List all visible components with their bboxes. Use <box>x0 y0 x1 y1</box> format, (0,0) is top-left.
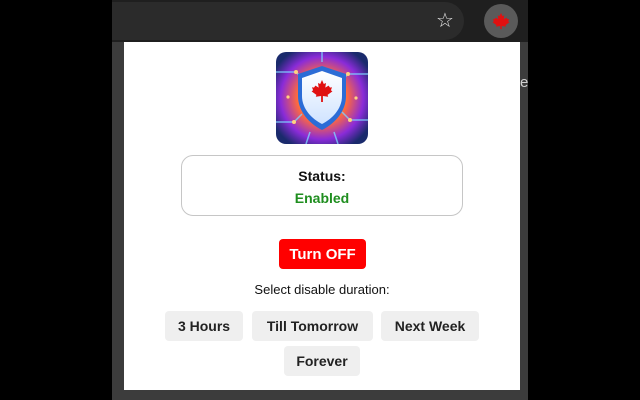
extension-popup: Status: Enabled Turn OFF Select disable … <box>124 42 520 390</box>
maple-leaf-icon <box>492 12 510 30</box>
duration-3-hours-button[interactable]: 3 Hours <box>165 311 243 341</box>
duration-till-tomorrow-button[interactable]: Till Tomorrow <box>252 311 373 341</box>
turn-off-button[interactable]: Turn OFF <box>279 239 366 269</box>
duration-forever-button[interactable]: Forever <box>284 346 360 376</box>
bookmark-star-icon[interactable]: ☆ <box>434 9 456 31</box>
duration-prompt: Select disable duration: <box>254 282 390 297</box>
extension-button[interactable] <box>484 4 518 38</box>
address-bar[interactable] <box>112 2 464 40</box>
duration-next-week-button[interactable]: Next Week <box>381 311 479 341</box>
status-value: Enabled <box>294 190 350 206</box>
status-panel: Status: Enabled <box>181 155 463 216</box>
status-label: Status: <box>298 168 346 184</box>
page-edge-text: e <box>520 74 529 91</box>
maple-leaf-shield-logo <box>276 52 368 144</box>
